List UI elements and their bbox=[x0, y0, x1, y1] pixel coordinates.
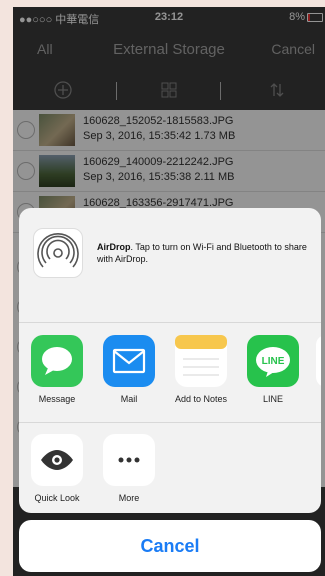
app-label: Add to Notes bbox=[174, 394, 228, 404]
action-quick-look[interactable]: Quick Look bbox=[25, 434, 89, 503]
cancel-button[interactable]: Cancel bbox=[19, 520, 321, 572]
airdrop-description: AirDrop. Tap to turn on Wi-Fi and Blueto… bbox=[97, 241, 313, 265]
more-apps-peek[interactable] bbox=[316, 335, 321, 387]
share-app-notes[interactable]: Add to Notes bbox=[169, 335, 233, 404]
notes-icon[interactable] bbox=[175, 335, 227, 387]
phone-screen: ●●○○○ 中華電信 23:12 8% All External Storage… bbox=[13, 7, 325, 576]
share-app-mail[interactable]: Mail bbox=[97, 335, 161, 404]
share-actions-row: Quick Look More bbox=[19, 422, 321, 513]
line-icon[interactable]: LINE bbox=[247, 335, 299, 387]
app-label: Mail bbox=[120, 394, 138, 404]
message-icon[interactable] bbox=[31, 335, 83, 387]
airdrop-title: AirDrop bbox=[97, 242, 131, 252]
action-more[interactable]: More bbox=[97, 434, 161, 503]
mail-icon[interactable] bbox=[103, 335, 155, 387]
eye-icon[interactable] bbox=[31, 434, 83, 486]
app-label: LINE bbox=[262, 394, 283, 404]
airdrop-icon[interactable] bbox=[33, 228, 83, 278]
app-label: Message bbox=[38, 394, 76, 404]
airdrop-section[interactable]: AirDrop. Tap to turn on Wi-Fi and Blueto… bbox=[19, 208, 321, 323]
more-icon[interactable] bbox=[103, 434, 155, 486]
share-sheet: AirDrop. Tap to turn on Wi-Fi and Blueto… bbox=[19, 208, 321, 513]
svg-text:LINE: LINE bbox=[262, 356, 285, 367]
share-app-message[interactable]: Message bbox=[25, 335, 89, 404]
action-label: Quick Look bbox=[34, 493, 80, 503]
share-apps-row: Message Mail Add to Notes LINE LINE bbox=[19, 322, 321, 423]
action-label: More bbox=[118, 493, 140, 503]
share-app-line[interactable]: LINE LINE bbox=[241, 335, 305, 404]
